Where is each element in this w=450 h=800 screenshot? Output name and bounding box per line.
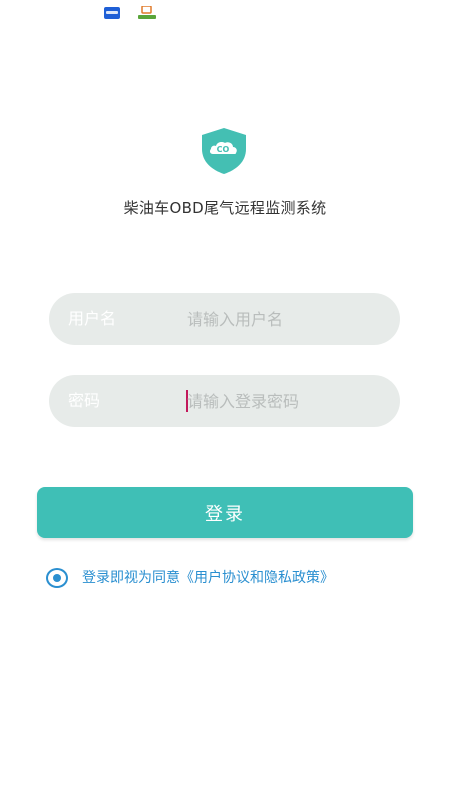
app-notification-icon (104, 7, 120, 19)
status-bar (0, 0, 450, 28)
agreement-radio[interactable] (46, 568, 68, 588)
agreement-row[interactable]: 登录即视为同意《用户协议和隐私政策》 (46, 567, 416, 589)
radio-checked-dot (53, 574, 61, 582)
password-field[interactable]: 密码 (49, 375, 400, 427)
username-field[interactable]: 用户名 (49, 293, 400, 345)
username-label: 用户名 (68, 309, 117, 328)
app-title: 柴油车OBD尾气远程监测系统 (123, 199, 327, 217)
login-button[interactable]: 登录 (37, 487, 413, 538)
password-label: 密码 (68, 391, 101, 410)
app-logo-icon: CO (202, 128, 246, 174)
username-input[interactable] (187, 293, 387, 345)
logo-text: CO (217, 145, 230, 154)
password-input[interactable] (187, 375, 387, 427)
agreement-link[interactable]: 登录即视为同意《用户协议和隐私政策》 (82, 567, 334, 589)
app-notification-icon-2 (138, 6, 156, 19)
